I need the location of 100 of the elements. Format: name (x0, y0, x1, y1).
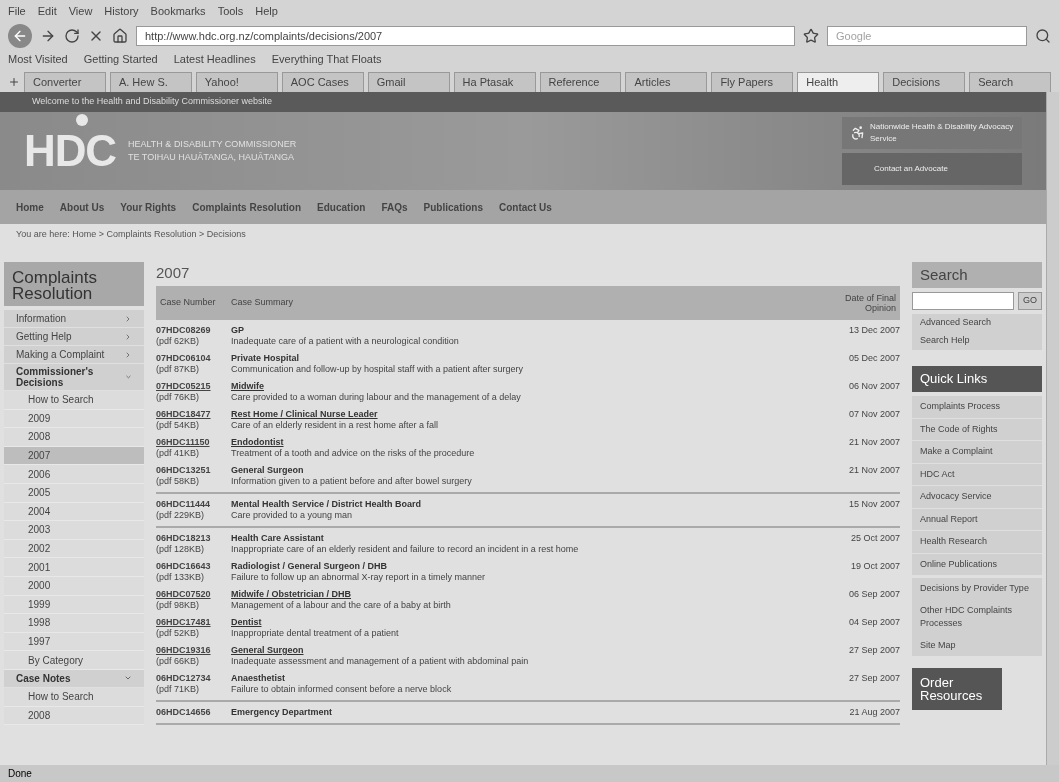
quick-link[interactable]: Advocacy Service (912, 486, 1042, 509)
quick-link[interactable]: Decisions by Provider Type (912, 578, 1042, 600)
browser-tab[interactable]: Decisions (883, 72, 966, 92)
case-number[interactable]: 06HDC11150 (156, 437, 231, 448)
case-number[interactable]: 06HDC17481 (156, 617, 231, 628)
nav-link[interactable]: Complaints Resolution (192, 199, 302, 215)
nav-link[interactable]: Your Rights (120, 199, 177, 215)
case-title[interactable]: Midwife / Obstetrician / DHB (231, 589, 820, 600)
menu-item[interactable]: Tools (217, 2, 244, 20)
quick-link[interactable]: Health Research (912, 531, 1042, 554)
file-size: (pdf 66KB) (156, 656, 201, 667)
nav-link[interactable]: Home (16, 199, 44, 215)
sidebar-item[interactable]: Getting Help (4, 328, 144, 346)
menu-item[interactable]: File (8, 2, 26, 20)
case-title: Anaesthetist (231, 673, 286, 684)
case-number: 07HDC06104 (156, 353, 212, 364)
site-subtitle: TE TOIHAU HAUĀTANGA, HAUĀTANGA (128, 151, 295, 164)
file-size: (pdf 128KB) (156, 544, 206, 555)
sidebar-subitem[interactable]: 1998 (4, 614, 144, 633)
quick-link[interactable]: Site Map (912, 634, 1042, 656)
file-size: (pdf 98KB) (156, 600, 201, 611)
opinion-date: 05 Dec 2007 (847, 353, 900, 365)
case-summary: Communication and follow-up by hospital staff with a patient after surgery (231, 364, 524, 375)
quick-link[interactable]: Other HDC Complaints Processes (912, 599, 1042, 635)
search-field[interactable]: Google (827, 26, 1027, 46)
opinion-date: 13 Dec 2007 (847, 325, 900, 337)
sidebar-item[interactable]: Case Notes (4, 669, 144, 688)
go-button[interactable]: GO (1018, 292, 1042, 310)
quick-link[interactable]: Online Publications (912, 553, 1042, 576)
case-title[interactable]: General Surgeon (231, 645, 820, 656)
quick-link[interactable]: HDC Act (912, 463, 1042, 486)
advocacy-title: Nationwide Health & Disability Advocacy Service (870, 121, 1014, 145)
search-link[interactable]: Search Help (912, 332, 1042, 350)
file-size: (pdf 52KB) (156, 628, 201, 639)
browser-tab[interactable]: AOC Cases (281, 72, 364, 92)
case-number[interactable]: 06HDC07520 (156, 589, 231, 600)
advocate-link[interactable]: Contact an Advocate (842, 153, 1022, 185)
opinion-date: 25 Oct 2007 (849, 533, 900, 545)
case-title: General Surgeon (231, 465, 305, 476)
menu-item[interactable]: Help (255, 2, 278, 20)
menu-item[interactable]: Edit (37, 2, 57, 20)
case-title[interactable]: Rest Home / Clinical Nurse Leader (231, 409, 820, 420)
sidebar-item[interactable]: Making a Complaint (4, 346, 144, 364)
quick-link[interactable]: The Code of Rights (912, 418, 1042, 441)
quick-link[interactable]: Annual Report (912, 508, 1042, 531)
browser-tab[interactable]: Health (797, 72, 880, 92)
opinion-date: 21 Nov 2007 (847, 437, 900, 449)
menu-item[interactable]: View (68, 2, 93, 20)
browser-tab[interactable]: Reference (539, 72, 622, 92)
column-header: Case Number (159, 296, 217, 310)
case-title[interactable]: Midwife (231, 381, 820, 392)
case-number[interactable]: 06HDC18477 (156, 409, 231, 420)
case-title[interactable]: Endodontist (231, 437, 820, 448)
browser-tab[interactable]: Gmail (367, 72, 450, 92)
case-summary: Inadequate assessment and management of a patient with abdominal pain (231, 656, 530, 667)
sidebar-item[interactable]: Information (4, 310, 144, 328)
bookmark-link[interactable]: Getting Started (83, 50, 158, 68)
sidebar-subitem[interactable]: 2003 (4, 521, 144, 540)
nav-link[interactable]: FAQs (381, 199, 408, 215)
nav-link[interactable]: Contact Us (499, 199, 552, 215)
nav-link[interactable]: Education (317, 199, 366, 215)
case-title[interactable]: Dentist (231, 617, 820, 628)
sidebar-subitem[interactable]: 2006 (4, 465, 144, 484)
nav-link[interactable]: Publications (423, 199, 483, 215)
nav-link[interactable]: About Us (59, 199, 105, 215)
sidebar-subitem[interactable]: How to Search (4, 391, 144, 410)
opinion-date: 15 Nov 2007 (847, 499, 900, 511)
file-size: (pdf 229KB) (156, 510, 206, 521)
bookmark-link[interactable]: Most Visited (8, 50, 68, 68)
case-number: 07HDC08269 (156, 325, 212, 336)
quick-link[interactable]: Complaints Process (912, 396, 1042, 419)
browser-tab[interactable]: Articles (625, 72, 708, 92)
menu-item[interactable]: History (104, 2, 139, 20)
browser-tab[interactable]: Search (969, 72, 1052, 92)
browser-tab[interactable]: A. Hew S. (109, 72, 192, 92)
browser-tab[interactable]: Fly Papers (711, 72, 794, 92)
case-number[interactable]: 06HDC19316 (156, 645, 231, 656)
case-number: 06HDC13251 (156, 465, 212, 476)
browser-tab[interactable]: Yahoo! (195, 72, 278, 92)
search-link[interactable]: Advanced Search (912, 314, 1042, 332)
sidebar-subitem[interactable]: 2008 (4, 428, 144, 447)
case-title: Radiologist / General Surgeon / DHB (231, 561, 389, 572)
case-title: Mental Health Service / District Health Board (231, 499, 423, 510)
file-size: (pdf 76KB) (156, 392, 201, 403)
case-title: GP (231, 325, 245, 336)
sidebar-subitem[interactable]: 2001 (4, 558, 144, 577)
opinion-date: 21 Nov 2007 (847, 465, 900, 477)
bookmark-link[interactable]: Everything That Floats (271, 50, 382, 68)
sidebar-subitem[interactable]: By Category (4, 651, 144, 670)
browser-tab[interactable]: Ha Ptasak (453, 72, 536, 92)
menu-item[interactable]: Bookmarks (150, 2, 206, 20)
bookmark-link[interactable]: Latest Headlines (173, 50, 256, 68)
address-field[interactable]: http://www.hdc.org.nz/complaints/decisions/2007 (136, 26, 795, 46)
case-number: 06HDC16643 (156, 561, 212, 572)
case-number[interactable]: 07HDC05215 (156, 381, 231, 392)
quick-link[interactable]: Make a Complaint (912, 441, 1042, 464)
browser-tab[interactable]: Converter (24, 72, 106, 92)
column-header: Case Summary (231, 296, 294, 310)
order-resources-link[interactable]: Order Resources (912, 668, 1002, 710)
case-number: 06HDC11444 (156, 499, 212, 510)
